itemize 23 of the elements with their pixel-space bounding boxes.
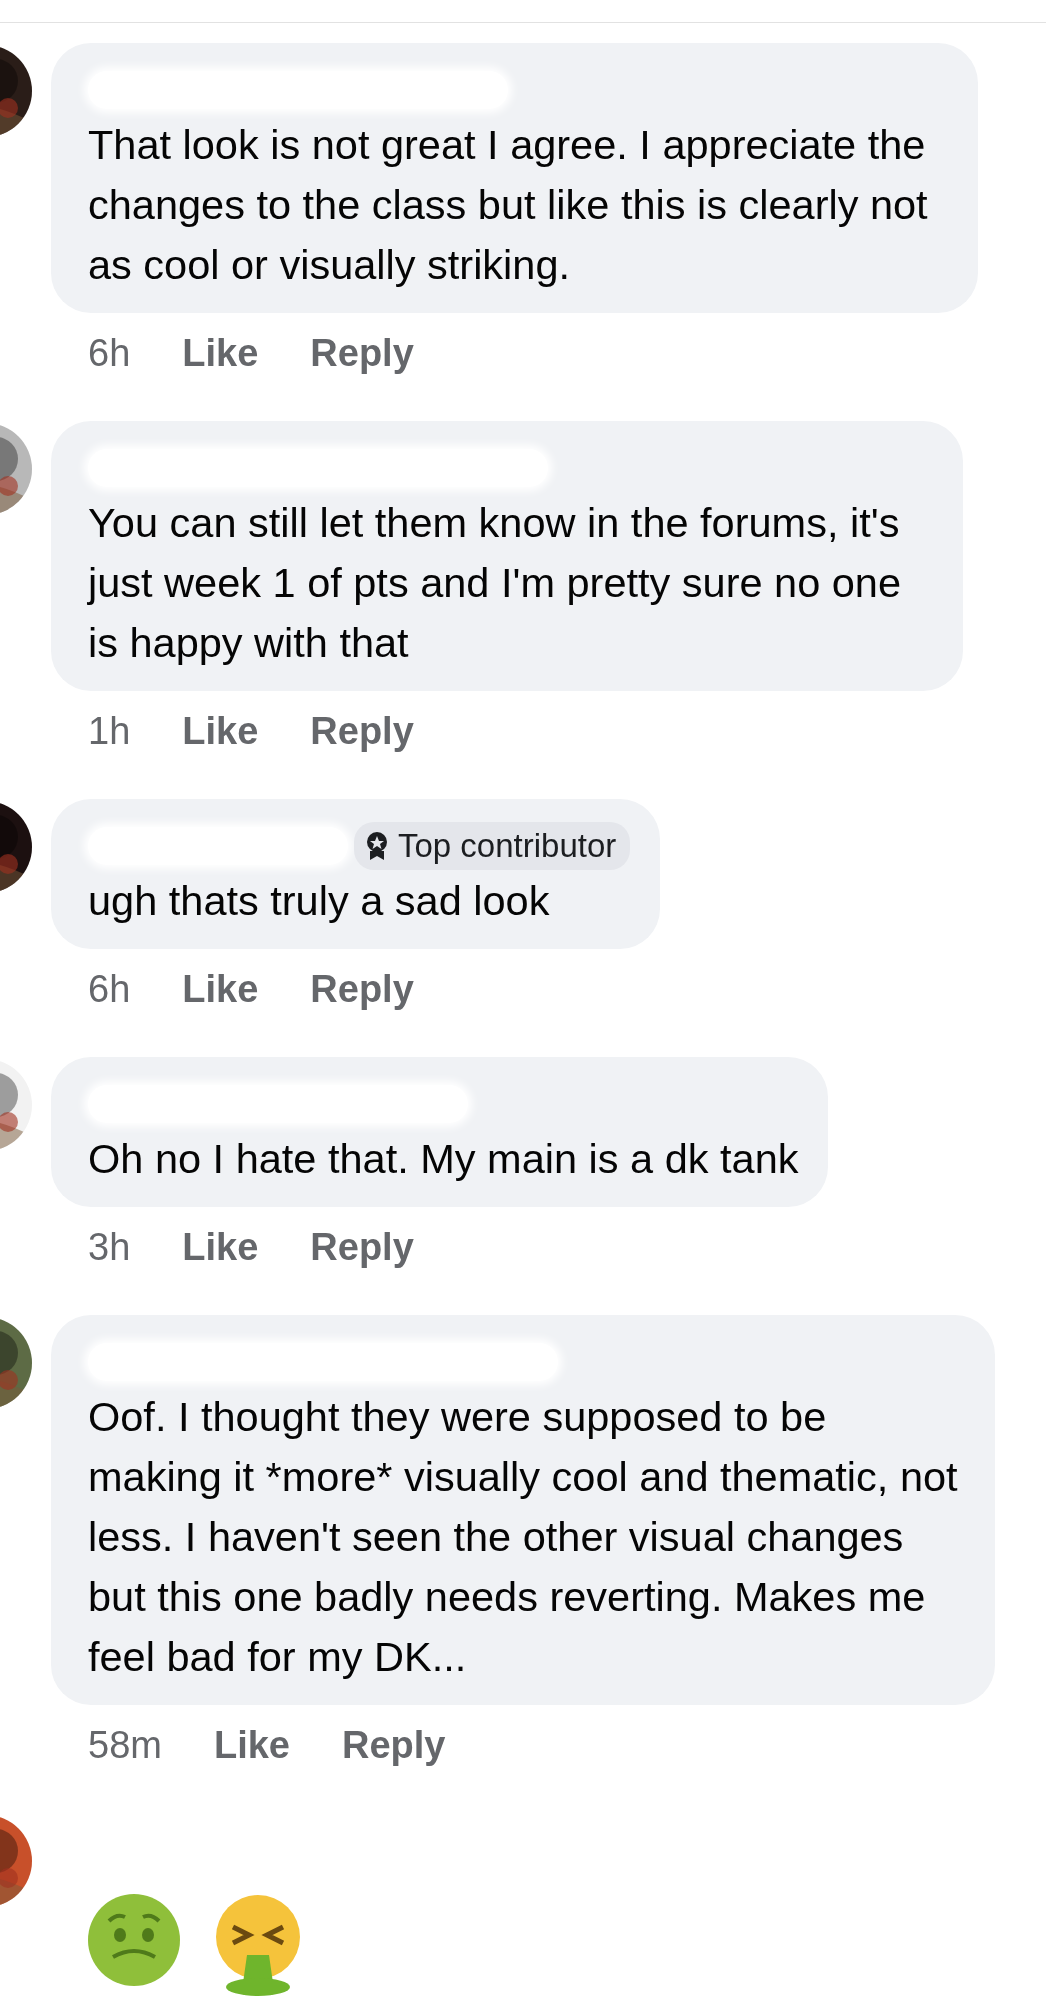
like-link[interactable]: Like <box>182 711 259 751</box>
comment-text: ugh thats truly a sad look <box>88 876 551 926</box>
comment-text: Oof. I thought they were supposed to be making it *more* visually cool and thematic, not less. I haven't seen the other visual changes but this one badly needs reverting. Makes me feel bad for my DK... <box>88 1392 959 1682</box>
reply-link[interactable]: Reply <box>310 1227 414 1267</box>
like-link[interactable]: Like <box>182 333 259 373</box>
reply-link[interactable]: Reply <box>310 969 414 1009</box>
like-link[interactable]: Like <box>182 1227 259 1267</box>
timestamp: 1h <box>88 711 131 751</box>
award-icon <box>364 831 390 861</box>
timestamp: 6h <box>88 969 131 1009</box>
like-link[interactable]: Like <box>213 1725 290 1765</box>
comment-text: That look is not great I agree. I appreciate the changes to the class but like this is clearly not as cool or visually striking. <box>88 120 929 290</box>
timestamp: 6h <box>88 333 131 373</box>
reply-link[interactable]: Reply <box>310 711 414 751</box>
reply-link[interactable]: Reply <box>310 333 414 373</box>
timestamp: 58m <box>88 1725 162 1765</box>
reply-link[interactable]: Reply <box>341 1725 446 1765</box>
timestamp: 3h <box>88 1227 131 1267</box>
comment-text: You can still let them know in the forums, it's just week 1 of pts and I'm pretty sure no one is happy with that <box>88 498 902 668</box>
top-contributor-badge: Top contributor <box>354 822 631 870</box>
like-link[interactable]: Like <box>182 969 259 1009</box>
comment-text: Oh no I hate that. My main is a dk tank <box>88 1134 799 1184</box>
nauseated-face-icon <box>87 1893 181 1987</box>
